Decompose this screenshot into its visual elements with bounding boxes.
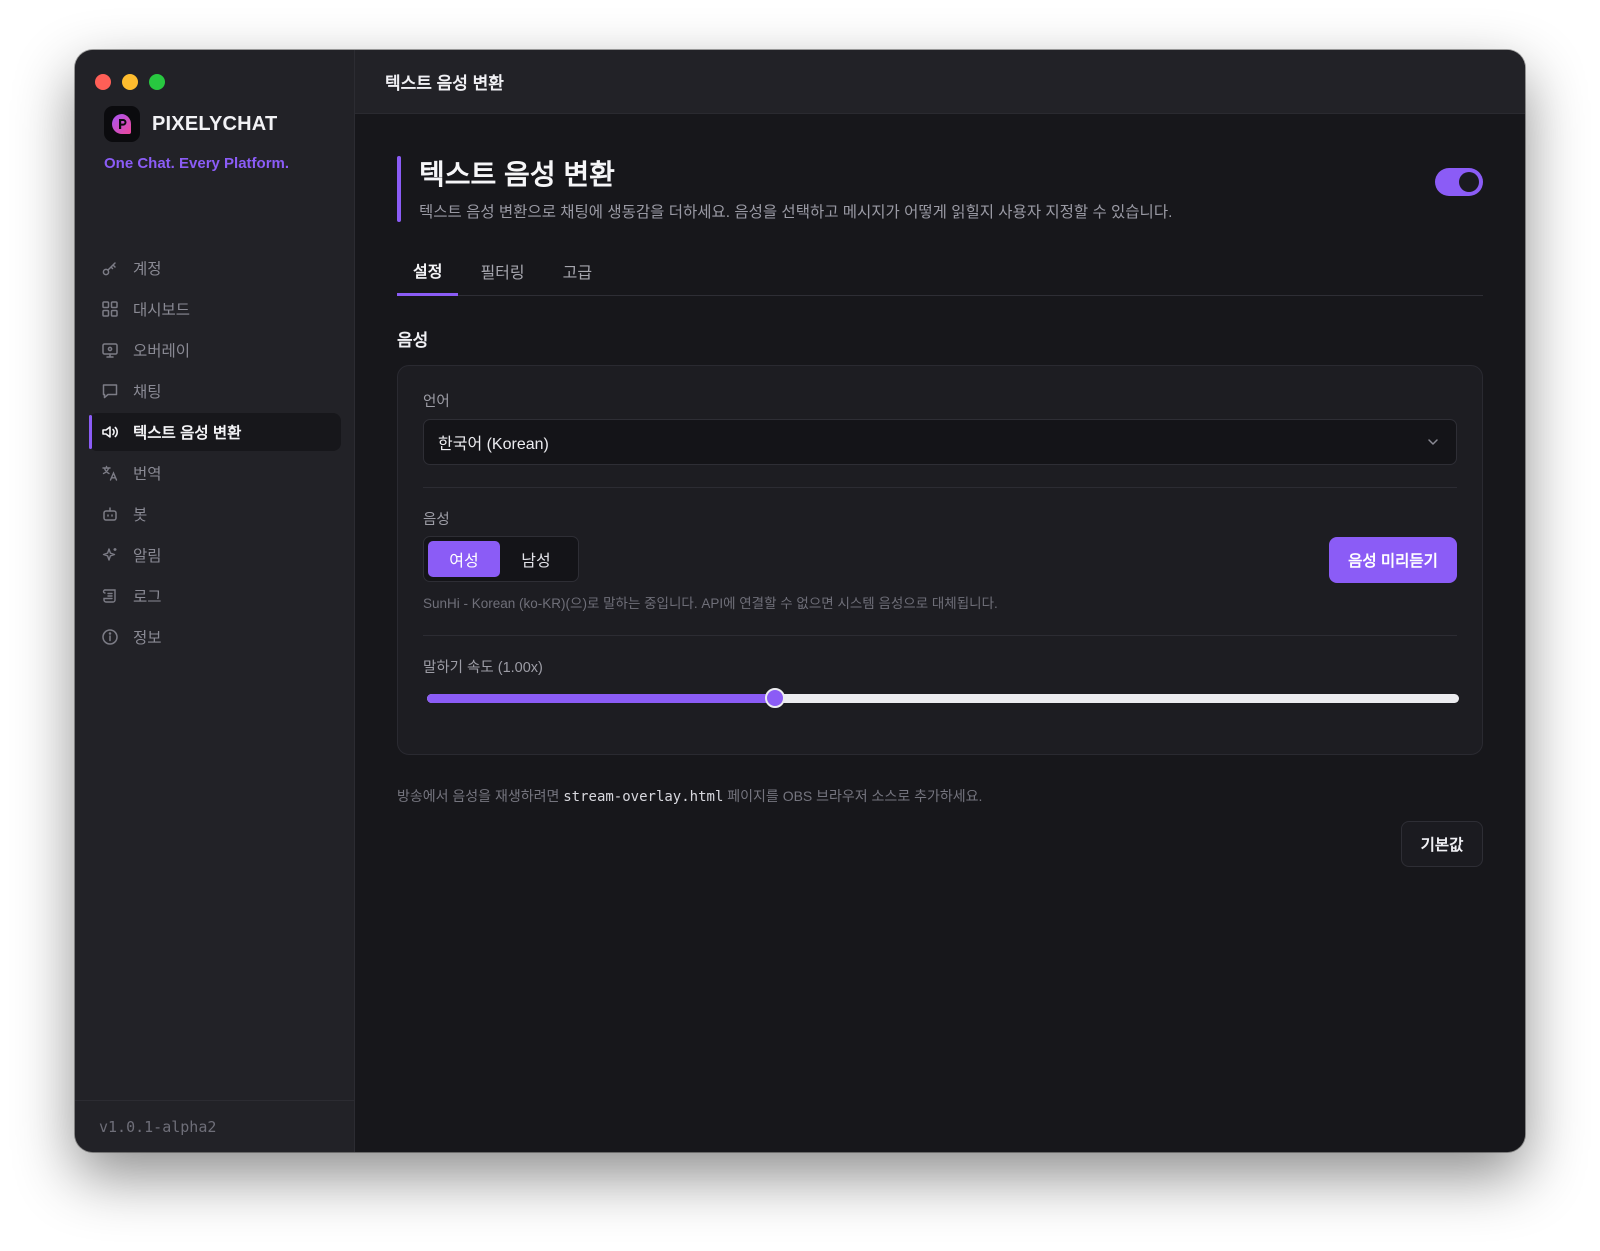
sidebar-item-label: 텍스트 음성 변환: [133, 425, 242, 442]
sidebar-item-overlay[interactable]: 오버레이: [89, 331, 341, 369]
sidebar-item-logs[interactable]: 로그: [89, 577, 341, 615]
reset-defaults-button[interactable]: 기본값: [1401, 821, 1483, 867]
close-window-button[interactable]: [95, 74, 111, 90]
sidebar-item-account[interactable]: 계정: [89, 249, 341, 287]
page-title: 텍스트 음성 변환: [419, 159, 615, 190]
overlay-filename: stream-overlay.html: [563, 789, 724, 805]
footnote-text-after: 페이지를 OBS 브라우저 소스로 추가하세요.: [723, 788, 983, 804]
toggle-knob: [1459, 172, 1479, 192]
voice-male-button[interactable]: 남성: [500, 541, 572, 577]
voice-female-button[interactable]: 여성: [428, 541, 500, 577]
settings-tabs: 설정 필터링 고급: [397, 252, 1483, 296]
sidebar-item-label: 봇: [133, 507, 148, 524]
voice-preview-button[interactable]: 음성 미리듣기: [1329, 537, 1457, 583]
scroll-icon: [101, 587, 119, 605]
sidebar-nav: 계정 대시보드 오버레이 채팅 텍스트 음성 변환 번역 봇 알림 로그 정보: [89, 249, 341, 659]
info-icon: [101, 628, 119, 646]
sidebar-item-label: 채팅: [133, 384, 162, 401]
voice-status-note: SunHi - Korean (ko-KR)(으)로 말하는 중입니다. API…: [423, 596, 998, 611]
tab-settings[interactable]: 설정: [397, 252, 459, 296]
brand-tagline: One Chat. Every Platform.: [104, 155, 290, 172]
voice-gender-selector: 여성 남성: [423, 536, 579, 582]
sidebar-item-bot[interactable]: 봇: [89, 495, 341, 533]
language-label: 언어: [423, 394, 450, 410]
sidebar-item-info[interactable]: 정보: [89, 618, 341, 656]
sidebar-item-label: 번역: [133, 466, 162, 483]
language-select[interactable]: 한국어 (Korean): [423, 419, 1457, 465]
speech-rate-fill: [427, 694, 775, 703]
obs-footnote: 방송에서 음성을 재생하려면 stream-overlay.html 페이지를 …: [397, 786, 982, 806]
tab-advanced[interactable]: 고급: [547, 252, 608, 296]
chevron-down-icon: [1426, 435, 1440, 454]
sidebar-item-label: 알림: [133, 548, 162, 565]
maximize-window-button[interactable]: [149, 74, 165, 90]
header-accent-bar: [397, 156, 401, 222]
translate-icon: [101, 464, 119, 482]
sidebar: PIXELYCHAT One Chat. Every Platform. 계정 …: [75, 50, 355, 1152]
sidebar-item-dashboard[interactable]: 대시보드: [89, 290, 341, 328]
grid-icon: [101, 300, 119, 318]
speaker-icon: [101, 423, 119, 441]
speech-rate-label: 말하기 속도 (1.00x): [423, 660, 543, 676]
sidebar-item-label: 로그: [133, 589, 162, 606]
page-description: 텍스트 음성 변환으로 채팅에 생동감을 더하세요. 음성을 선택하고 메시지가…: [419, 204, 1173, 221]
speech-rate-thumb[interactable]: [764, 688, 785, 708]
voice-settings-card: 언어 한국어 (Korean) 음성 여성 남성 음성 미리듣기 SunHi -…: [397, 365, 1483, 755]
voice-label: 음성: [423, 512, 450, 528]
app-window: PIXELYCHAT One Chat. Every Platform. 계정 …: [75, 50, 1525, 1152]
card-divider: [423, 487, 1457, 488]
tts-enable-toggle[interactable]: [1435, 168, 1483, 196]
sidebar-item-label: 계정: [133, 261, 162, 278]
minimize-window-button[interactable]: [122, 74, 138, 90]
bot-icon: [101, 505, 119, 523]
tab-filtering[interactable]: 필터링: [464, 252, 540, 296]
sidebar-item-translate[interactable]: 번역: [89, 454, 341, 492]
sparkle-icon: [101, 546, 119, 564]
speech-rate-slider[interactable]: [427, 688, 1459, 708]
language-select-value: 한국어 (Korean): [438, 436, 549, 453]
footnote-text-before: 방송에서 음성을 재생하려면: [397, 788, 564, 804]
brand: PIXELYCHAT: [104, 106, 277, 142]
key-icon: [101, 259, 119, 277]
sidebar-item-chat[interactable]: 채팅: [89, 372, 341, 410]
card-divider: [423, 635, 1457, 636]
sidebar-item-tts[interactable]: 텍스트 음성 변환: [89, 413, 341, 451]
page-header: 텍스트 음성 변환 텍스트 음성 변환으로 채팅에 생동감을 더하세요. 음성을…: [397, 156, 1483, 222]
monitor-icon: [101, 341, 119, 359]
main-panel: 텍스트 음성 변환 텍스트 음성 변환 텍스트 음성 변환으로 채팅에 생동감을…: [355, 50, 1525, 1152]
version-label: v1.0.1-alpha2: [75, 1100, 354, 1152]
sidebar-item-label: 대시보드: [133, 302, 191, 319]
brand-name: PIXELYCHAT: [152, 112, 278, 135]
sidebar-item-alerts[interactable]: 알림: [89, 536, 341, 574]
sidebar-item-label: 정보: [133, 630, 162, 647]
window-controls: [95, 74, 165, 90]
sidebar-item-label: 오버레이: [133, 343, 191, 360]
topbar-title: 텍스트 음성 변환: [355, 50, 1525, 114]
app-logo-icon: [104, 106, 140, 142]
chat-bubble-icon: [101, 382, 119, 400]
voice-section-title: 음성: [397, 331, 429, 350]
